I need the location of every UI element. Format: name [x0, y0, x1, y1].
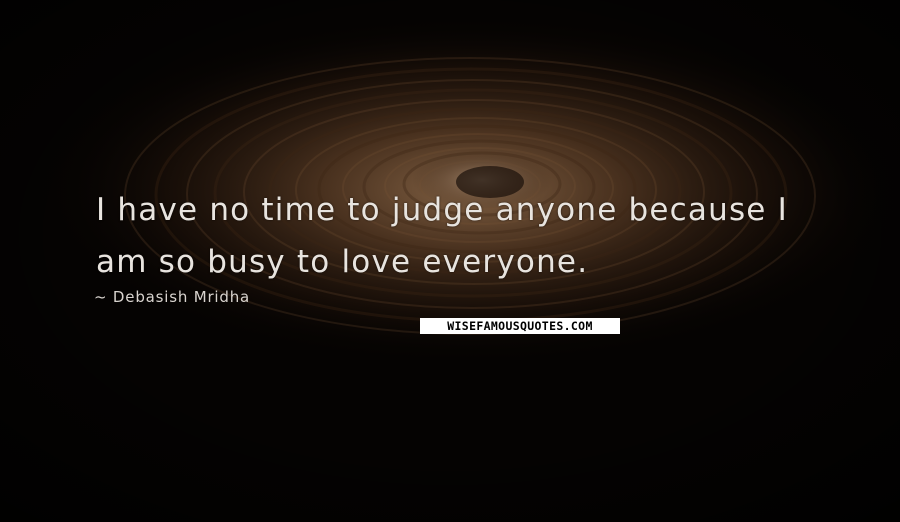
quote-line-2: am so busy to love everyone.	[96, 244, 589, 280]
quote-line-1: I have no time to judge anyone because I	[96, 192, 788, 228]
quote-text: I have no time to judge anyone because I…	[96, 184, 886, 288]
quote-card: I have no time to judge anyone because I…	[0, 0, 900, 522]
site-watermark-logo: WISEFAMOUSQUOTES.COM	[420, 318, 620, 334]
author-attribution: ~ Debasish Mridha	[94, 288, 250, 306]
